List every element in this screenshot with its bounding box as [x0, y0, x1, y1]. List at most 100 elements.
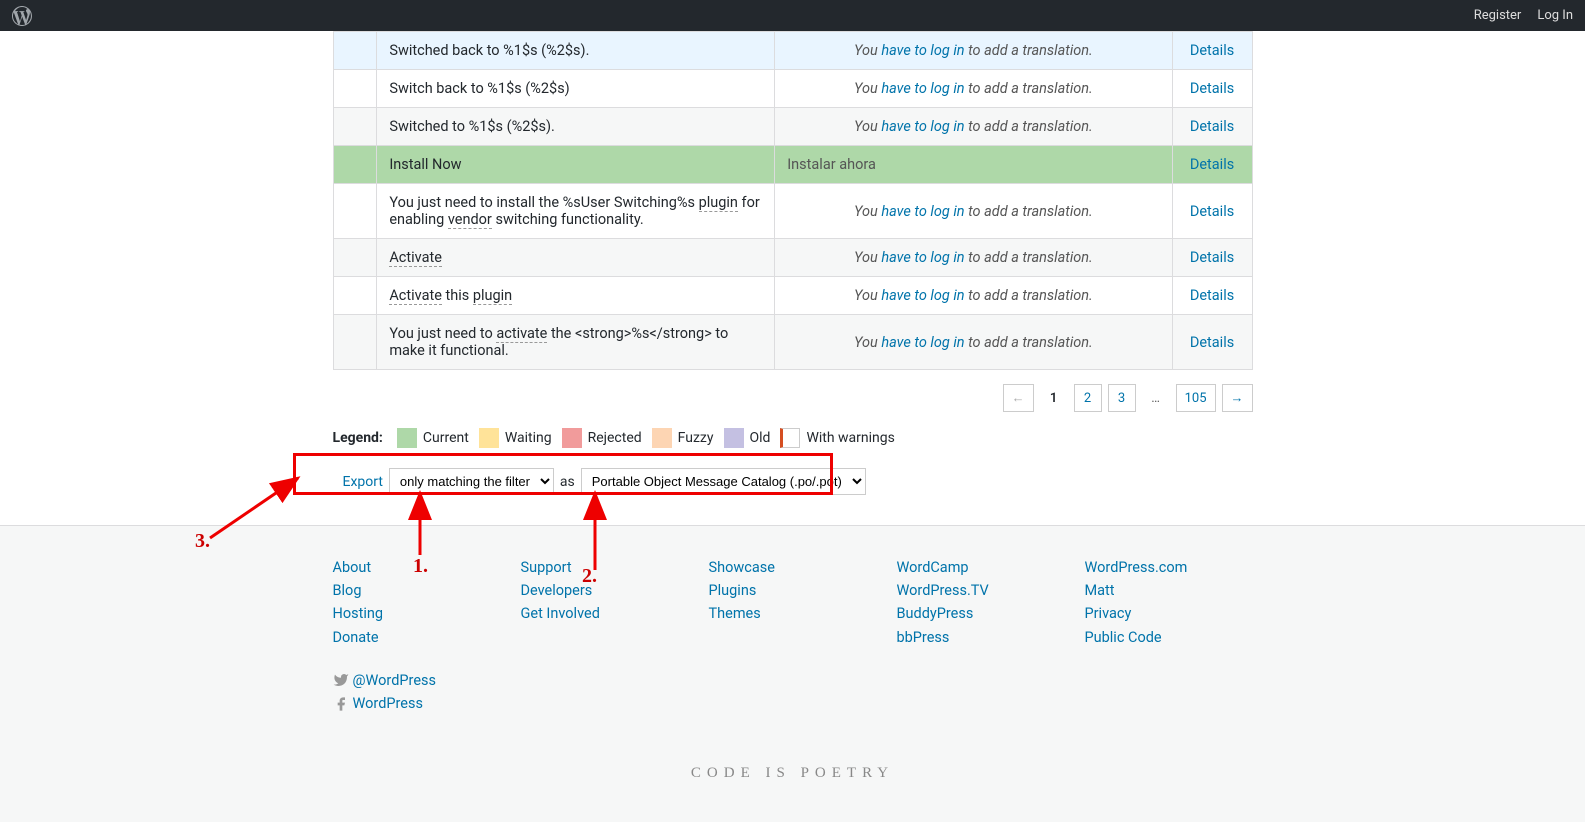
footer-buddypress[interactable]: BuddyPress	[897, 605, 974, 622]
priority-cell	[333, 70, 377, 108]
twitter-icon	[333, 672, 349, 688]
swatch-warnings	[780, 428, 800, 448]
table-row: Install NowInstalar ahora Details	[333, 146, 1252, 184]
export-filter-select[interactable]: only matching the filter	[389, 468, 554, 495]
footer-matt[interactable]: Matt	[1085, 582, 1115, 599]
details-cell: Details	[1172, 146, 1252, 184]
footer-col-3: Showcase Plugins Themes	[709, 556, 877, 649]
legend-waiting: Waiting	[505, 430, 552, 446]
priority-cell	[333, 239, 377, 277]
table-row: Activate this pluginYou have to log in t…	[333, 277, 1252, 315]
pagination-page-2[interactable]: 2	[1074, 384, 1102, 412]
pagination-page-1: 1	[1040, 384, 1068, 412]
table-row: Switched to %1$s (%2$s).You have to log …	[333, 108, 1252, 146]
footer-columns: About Blog Hosting Donate Support Develo…	[329, 556, 1257, 715]
admin-bar-left	[12, 6, 32, 26]
footer-tagline: Code is Poetry	[0, 765, 1585, 782]
legend: Legend: Current Waiting Rejected Fuzzy O…	[333, 428, 1253, 448]
footer: About Blog Hosting Donate Support Develo…	[0, 525, 1585, 822]
translation-cell: You have to log in to add a translation.	[775, 70, 1172, 108]
export-format-select[interactable]: Portable Object Message Catalog (.po/.po…	[581, 468, 866, 495]
footer-blog[interactable]: Blog	[333, 582, 362, 599]
original-string-cell: Switched back to %1$s (%2$s).	[377, 32, 775, 70]
login-link[interactable]: Log In	[1537, 8, 1573, 23]
pagination: ← 1 2 3 … 105 →	[333, 384, 1253, 412]
table-row: Switch back to %1$s (%2$s)You have to lo…	[333, 70, 1252, 108]
details-link[interactable]: Details	[1190, 156, 1234, 173]
swatch-current	[397, 428, 417, 448]
legend-current: Current	[423, 430, 469, 446]
original-string-cell: Switched to %1$s (%2$s).	[377, 108, 775, 146]
export-as-label: as	[560, 474, 575, 490]
original-string-cell: Activate	[377, 239, 775, 277]
footer-social: @WordPress WordPress	[333, 669, 501, 715]
details-cell: Details	[1172, 239, 1252, 277]
original-string-cell: You just need to activate the <strong>%s…	[377, 315, 775, 370]
pagination-last[interactable]: 105	[1176, 384, 1216, 412]
swatch-fuzzy	[652, 428, 672, 448]
details-cell: Details	[1172, 70, 1252, 108]
footer-plugins[interactable]: Plugins	[709, 582, 757, 599]
annotation-label-3: 3.	[195, 530, 210, 553]
export-bar: Export only matching the filter as Porta…	[333, 458, 1253, 505]
footer-themes[interactable]: Themes	[709, 605, 761, 622]
admin-bar: Register Log In	[0, 0, 1585, 31]
footer-privacy[interactable]: Privacy	[1085, 605, 1132, 622]
facebook-icon	[333, 696, 349, 712]
pagination-page-3[interactable]: 3	[1108, 384, 1136, 412]
footer-col-4: WordCamp WordPress.TV BuddyPress bbPress	[897, 556, 1065, 649]
footer-about[interactable]: About	[333, 559, 372, 576]
translation-cell: You have to log in to add a translation.	[775, 277, 1172, 315]
legend-old: Old	[750, 430, 771, 446]
footer-publiccode[interactable]: Public Code	[1085, 629, 1162, 646]
footer-wordcamp[interactable]: WordCamp	[897, 559, 969, 576]
table-row: You just need to activate the <strong>%s…	[333, 315, 1252, 370]
admin-bar-right: Register Log In	[1474, 8, 1573, 23]
details-cell: Details	[1172, 315, 1252, 370]
original-string-cell: You just need to install the %sUser Swit…	[377, 184, 775, 239]
translation-cell: Instalar ahora	[775, 146, 1172, 184]
translation-cell: You have to log in to add a translation.	[775, 315, 1172, 370]
original-string-cell: Install Now	[377, 146, 775, 184]
legend-warnings: With warnings	[806, 430, 894, 446]
translation-cell: You have to log in to add a translation.	[775, 108, 1172, 146]
details-link[interactable]: Details	[1190, 334, 1234, 351]
pagination-dots: …	[1142, 384, 1170, 412]
details-link[interactable]: Details	[1190, 287, 1234, 304]
priority-cell	[333, 315, 377, 370]
footer-wpcom[interactable]: WordPress.com	[1085, 559, 1188, 576]
details-cell: Details	[1172, 108, 1252, 146]
footer-getinvolved[interactable]: Get Involved	[521, 605, 600, 622]
priority-cell	[333, 184, 377, 239]
pagination-next[interactable]: →	[1222, 384, 1253, 412]
details-link[interactable]: Details	[1190, 249, 1234, 266]
swatch-waiting	[479, 428, 499, 448]
footer-support[interactable]: Support	[521, 559, 572, 576]
main-content: Switched back to %1$s (%2$s).You have to…	[329, 31, 1257, 505]
footer-hosting[interactable]: Hosting	[333, 605, 384, 622]
legend-label: Legend:	[333, 430, 383, 446]
register-link[interactable]: Register	[1474, 8, 1522, 23]
table-row: You just need to install the %sUser Swit…	[333, 184, 1252, 239]
details-link[interactable]: Details	[1190, 80, 1234, 97]
legend-fuzzy: Fuzzy	[678, 430, 714, 446]
footer-showcase[interactable]: Showcase	[709, 559, 775, 576]
translation-cell: You have to log in to add a translation.	[775, 184, 1172, 239]
footer-twitter[interactable]: @WordPress	[353, 669, 436, 692]
footer-col-2: Support Developers Get Involved	[521, 556, 689, 649]
details-link[interactable]: Details	[1190, 42, 1234, 59]
wordpress-logo-icon[interactable]	[12, 6, 32, 26]
priority-cell	[333, 108, 377, 146]
details-link[interactable]: Details	[1190, 118, 1234, 135]
translation-cell: You have to log in to add a translation.	[775, 239, 1172, 277]
footer-bbpress[interactable]: bbPress	[897, 629, 950, 646]
export-link[interactable]: Export	[343, 474, 383, 490]
annotation-label-1: 1.	[413, 555, 428, 578]
footer-donate[interactable]: Donate	[333, 629, 379, 646]
swatch-old	[724, 428, 744, 448]
footer-facebook[interactable]: WordPress	[353, 692, 423, 715]
details-link[interactable]: Details	[1190, 203, 1234, 220]
priority-cell	[333, 32, 377, 70]
footer-col-5: WordPress.com Matt Privacy Public Code	[1085, 556, 1253, 649]
footer-wptv[interactable]: WordPress.TV	[897, 582, 989, 599]
